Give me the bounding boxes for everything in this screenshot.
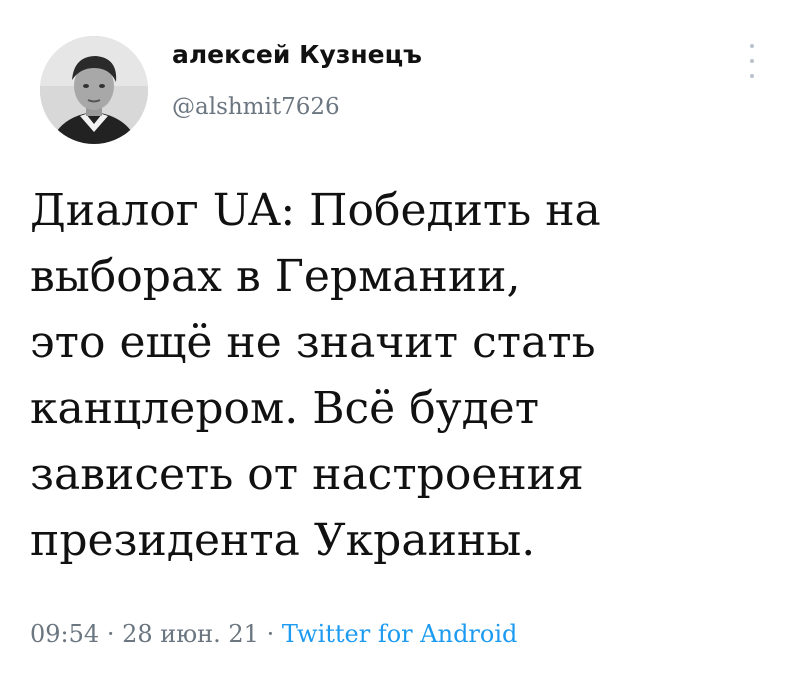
meta-separator: ·	[106, 620, 115, 648]
tweet-text-line: Диалог UA: Победить на	[30, 185, 601, 236]
more-dot	[750, 74, 754, 78]
tweet-card: алексей Кузнецъ @alshmit7626 Диалог UA: …	[0, 0, 800, 680]
avatar[interactable]	[40, 36, 148, 144]
more-dot	[750, 59, 754, 63]
tweet-time[interactable]: 09:54	[30, 620, 99, 648]
tweet-text-line: выборах в Германии,	[30, 251, 521, 302]
more-dot	[750, 44, 754, 48]
more-vertical-icon[interactable]	[742, 44, 762, 78]
author-handle[interactable]: @alshmit7626	[172, 94, 340, 120]
tweet-source-link[interactable]: Twitter for Android	[282, 620, 518, 648]
tweet-text-line: канцлером. Всё будет	[30, 383, 540, 434]
meta-separator: ·	[266, 620, 275, 648]
author-display-name[interactable]: алексей Кузнецъ	[172, 40, 422, 69]
tweet-date[interactable]: 28 июн. 21	[122, 620, 259, 648]
tweet-text-line: президента Украины.	[30, 515, 536, 566]
tweet-text-line: это ещё не значит стать	[30, 317, 596, 368]
tweet-meta: 09:54 · 28 июн. 21 · Twitter for Android	[30, 620, 517, 648]
tweet-text: Диалог UA: Победить на выборах в Германи…	[30, 178, 770, 574]
tweet-text-line: зависеть от настроения	[30, 449, 584, 500]
